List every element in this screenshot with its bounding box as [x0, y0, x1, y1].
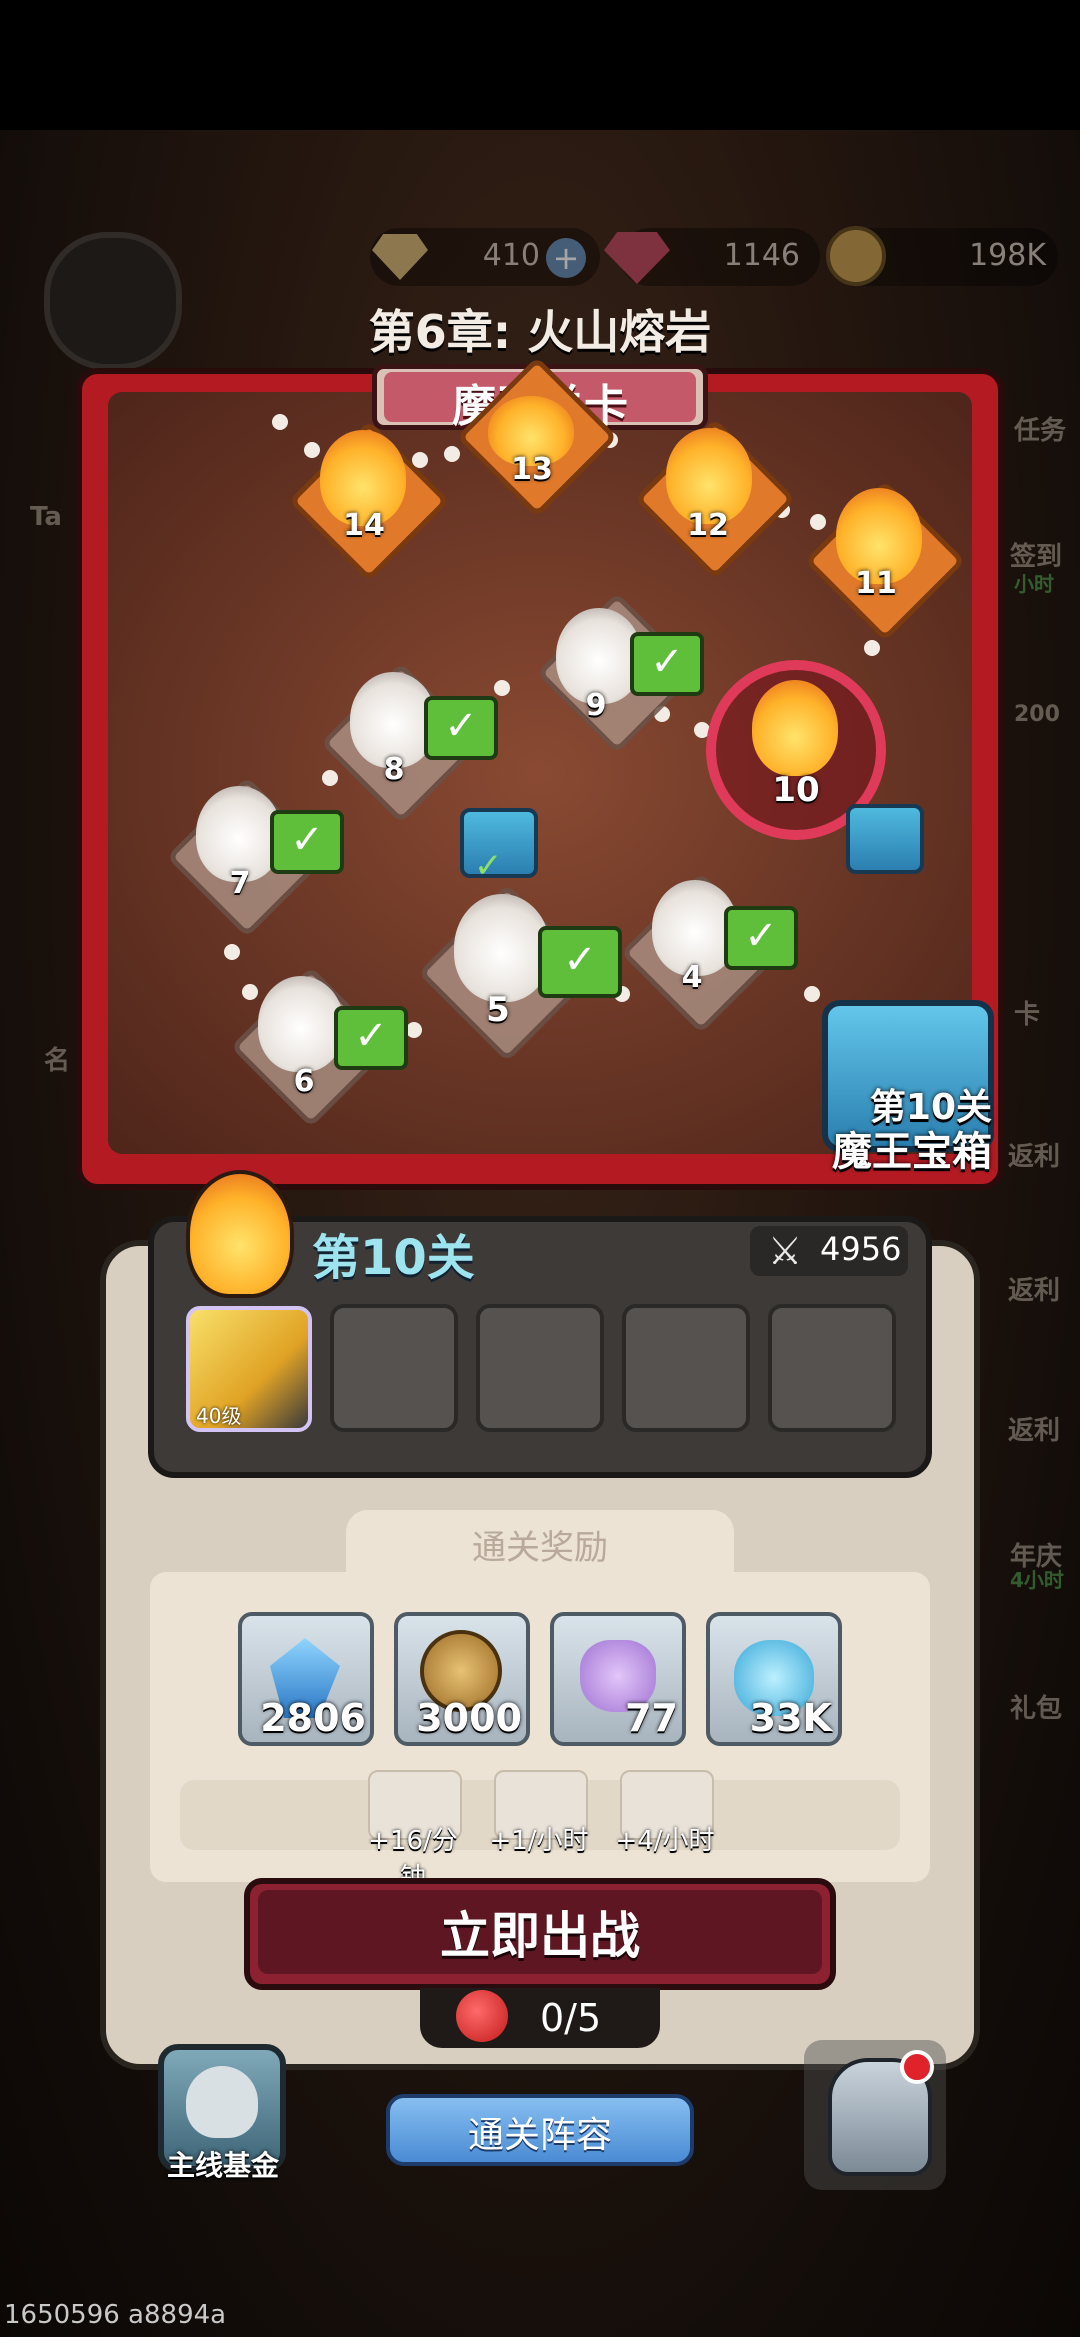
path-dot — [272, 414, 288, 430]
path-dot — [444, 446, 460, 462]
main-fund-label: 主线基金 — [166, 2149, 279, 2182]
reward-purple-potion-value: 77 — [625, 1696, 678, 1740]
stage-9-number: 9 — [585, 688, 607, 723]
path-dot — [494, 680, 510, 696]
reward-coin-value: 3000 — [416, 1696, 522, 1740]
boss-chest-label-1: 第10关 — [869, 1087, 992, 1128]
notification-dot — [900, 2050, 934, 2084]
stage-14-number: 14 — [343, 508, 385, 543]
path-dot — [864, 640, 880, 656]
stage-6-ghost-icon — [258, 976, 344, 1072]
stage-8-cleared-flag: ✓ — [424, 696, 498, 760]
apple-icon — [456, 1990, 508, 2042]
power-icon: ⚔ — [767, 1229, 803, 1273]
stage-11-number: 11 — [855, 566, 897, 601]
stage-5-number: 5 — [486, 990, 510, 1030]
reward-crystal-value: 2806 — [260, 1696, 366, 1740]
stage-4-number: 4 — [681, 960, 703, 995]
stage-12-number: 12 — [687, 508, 729, 543]
enemy-hero-level: 40级 — [196, 1404, 242, 1428]
stage-6-cleared-flag: ✓ — [334, 1006, 408, 1070]
stage-title: 第10关 — [312, 1230, 475, 1286]
stage-13-number: 13 — [511, 452, 553, 487]
reward-blue-potion-value: 33K — [749, 1696, 832, 1740]
idle-rate-2: +1/小时 — [489, 1826, 589, 1856]
empty-slot — [476, 1304, 604, 1432]
path-dot — [322, 770, 338, 786]
energy-value: 0/5 — [540, 1996, 602, 2040]
reward-title: 通关奖励 — [472, 1528, 608, 1568]
clear-lineup-label: 通关阵容 — [467, 2115, 612, 2156]
battle-button-label: 立即出战 — [440, 1907, 640, 1965]
idle-rate-3: +4/小时 — [615, 1826, 715, 1856]
path-dot — [804, 986, 820, 1002]
path-dot — [242, 984, 258, 1000]
stage-9-cleared-flag: ✓ — [630, 632, 704, 696]
path-dot — [224, 944, 240, 960]
stage-5-cleared-flag: ✓ — [538, 926, 622, 998]
path-dot — [810, 514, 826, 530]
stage-10-fire-icon — [752, 680, 838, 776]
wolf-icon — [186, 2066, 258, 2138]
empty-slot — [768, 1304, 896, 1432]
stage-10-number: 10 — [772, 770, 820, 810]
empty-slot — [330, 1304, 458, 1432]
stage-5-ghost-icon — [454, 894, 550, 1002]
path-dot — [304, 442, 320, 458]
path-dot — [406, 1022, 422, 1038]
stage-7-number: 7 — [229, 866, 251, 901]
locked-chest-icon[interactable] — [846, 804, 924, 874]
empty-slot — [622, 1304, 750, 1432]
debug-build-text: 1650596 a8894a — [4, 2300, 227, 2330]
chest-claimed-check-icon: ✓ — [474, 846, 503, 886]
boss-fire-icon — [186, 1170, 294, 1298]
boss-chest-label-2: 魔王宝箱 — [832, 1129, 992, 1175]
stage-8-number: 8 — [383, 752, 405, 787]
stage-7-cleared-flag: ✓ — [270, 810, 344, 874]
power-value: 4956 — [820, 1230, 902, 1268]
chapter-title: 第6章: 火山熔岩 — [368, 305, 712, 359]
stage-6-number: 6 — [293, 1064, 315, 1099]
stage-4-cleared-flag: ✓ — [724, 906, 798, 970]
